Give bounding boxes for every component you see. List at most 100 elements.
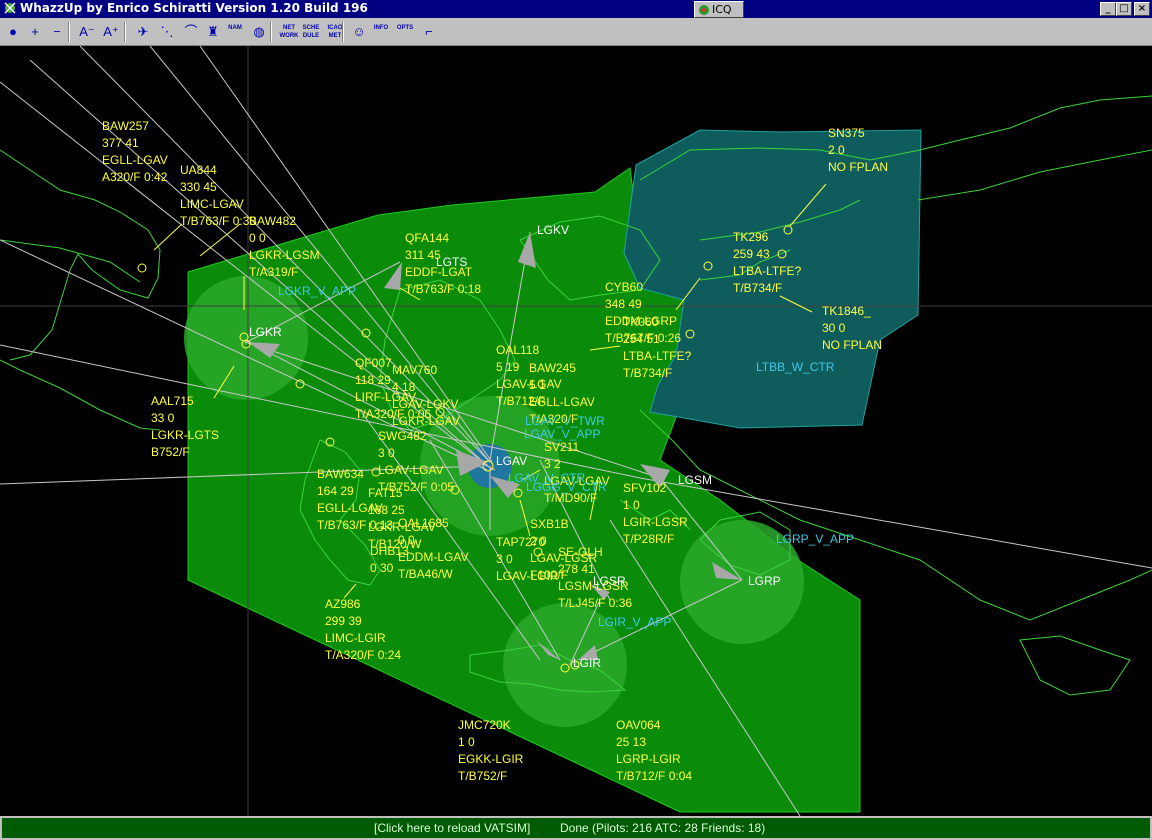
- map-view[interactable]: BAW257 377 41 EGLL-LGAV A320/F 0:42 UA844 330…: [0, 46, 1152, 816]
- schedule-button[interactable]: SCHE DULE: [300, 21, 322, 43]
- flight-callsign[interactable]: BAW245: [529, 361, 576, 375]
- flight-callsign[interactable]: SV211: [544, 440, 579, 454]
- flight-detail: LIMC-LGIR: [325, 631, 386, 645]
- flight-detail: 168 25: [368, 503, 405, 517]
- status-text: Done (Pilots: 216 ATC: 28 Friends: 18): [560, 821, 766, 835]
- flight-callsign[interactable]: TK060: [623, 315, 659, 329]
- flight-callsign[interactable]: UA844: [180, 163, 217, 177]
- map-canvas[interactable]: BAW257 377 41 EGLL-LGAV A320/F 0:42 UA844 330…: [0, 46, 1152, 816]
- flight-callsign[interactable]: SWG482: [378, 429, 427, 443]
- flight-callsign[interactable]: BAW482: [249, 214, 296, 228]
- flight-callsign[interactable]: DHB13: [370, 544, 409, 558]
- info-button[interactable]: INFO: [370, 21, 392, 43]
- flight-detail: EGLL-LGAV: [102, 153, 168, 167]
- flight-callsign[interactable]: CYB60: [605, 280, 643, 294]
- flight-callsign[interactable]: FAT15: [368, 486, 403, 500]
- airport-label[interactable]: LGSR: [593, 574, 626, 588]
- window-title: WhazzUp by Enrico Schiratti Version 1.20…: [20, 1, 368, 15]
- font-smaller-icon[interactable]: A⁻: [76, 21, 98, 43]
- zoom-out-icon[interactable]: −: [46, 21, 68, 43]
- flight-detail: 118 29: [355, 373, 391, 387]
- flight-callsign[interactable]: JMC720K: [458, 718, 511, 732]
- network-button[interactable]: NET WORK: [278, 21, 300, 43]
- atc-label[interactable]: LGAV_V_APP: [524, 427, 601, 441]
- flight-callsign[interactable]: TK296: [733, 230, 769, 244]
- flight-detail: T/B734/F: [733, 281, 782, 295]
- atc-label[interactable]: LTBB_W_CTR: [756, 360, 835, 374]
- flight-detail: 330 45: [180, 180, 217, 194]
- flight-callsign[interactable]: OAV064: [616, 718, 661, 732]
- airport-label[interactable]: LGKR: [249, 325, 282, 339]
- flight-callsign[interactable]: QF007: [355, 356, 392, 370]
- airport-label[interactable]: LGKV: [537, 223, 569, 237]
- icq-label: ICQ: [712, 3, 732, 16]
- flight-detail: 5 19: [496, 360, 520, 374]
- close-button[interactable]: ×: [1134, 2, 1150, 16]
- flight-callsign[interactable]: QFA144: [405, 231, 449, 245]
- flight-callsign[interactable]: SXB1B: [530, 517, 569, 531]
- flight-callsign[interactable]: SN375: [828, 126, 865, 140]
- dotted-path-icon[interactable]: ⋱: [156, 21, 178, 43]
- atc-label[interactable]: LGAV_V_TWR: [525, 414, 605, 428]
- atc-label[interactable]: LGRP_V_APP: [776, 532, 854, 546]
- flight-detail: 164 29: [317, 484, 354, 498]
- flight-detail: A320/F 0:42: [102, 170, 168, 184]
- minimize-button[interactable]: _: [1100, 2, 1116, 16]
- measure-tool-icon[interactable]: ⌐: [418, 21, 440, 43]
- atc-label[interactable]: LGIR_V_APP: [598, 615, 671, 629]
- world-icon[interactable]: ◍: [248, 21, 270, 43]
- airport-label[interactable]: LGTS: [436, 255, 467, 269]
- title-bar: WhazzUp by Enrico Schiratti Version 1.20…: [0, 0, 1152, 18]
- flight-detail: T/B763/F 0:18: [405, 282, 481, 296]
- flight-detail: 5 1: [529, 378, 546, 392]
- options-button[interactable]: OPTS: [394, 21, 416, 43]
- flight-detail: EGLL-LGAV: [529, 395, 595, 409]
- flight-detail: 2 0: [828, 143, 845, 157]
- font-larger-icon[interactable]: A⁺: [100, 21, 122, 43]
- status-panel: [Click here to reload VATSIM] Done (Pilo…: [2, 818, 1150, 838]
- airport-label[interactable]: LGIR: [573, 656, 601, 670]
- flight-callsign[interactable]: TK1846_: [822, 304, 871, 318]
- flight-callsign[interactable]: OAL118: [496, 343, 539, 357]
- flight-detail: LGAV-LGIR: [496, 569, 559, 583]
- flight-detail: LTBA-LTFE?: [733, 264, 802, 278]
- zoom-in-icon[interactable]: +: [24, 21, 46, 43]
- flight-callsign[interactable]: AAL715: [151, 394, 194, 408]
- flight-callsign[interactable]: AZ986: [325, 597, 361, 611]
- flight-detail: NO FPLAN: [828, 160, 888, 174]
- status-bar: [Click here to reload VATSIM] Done (Pilo…: [0, 816, 1152, 840]
- flight-callsign[interactable]: BAW257: [102, 119, 149, 133]
- flight-detail: T/LJ45/F 0:36: [558, 596, 632, 610]
- flight-callsign[interactable]: TAP7270: [496, 535, 545, 549]
- atc-label[interactable]: LGGG_V_CTR: [526, 480, 607, 494]
- airport-label[interactable]: LGRP: [748, 574, 781, 588]
- icq-button[interactable]: ICQ: [694, 1, 744, 18]
- flight-detail: 33 0: [151, 411, 175, 425]
- atc-label[interactable]: LGKR_V_APP: [278, 284, 356, 298]
- flight-detail: T/A320/F 0:24: [325, 648, 401, 662]
- aircraft-icon[interactable]: ✈: [132, 21, 154, 43]
- flight-detail: 30 0: [822, 321, 846, 335]
- airport-label[interactable]: LGAV: [496, 454, 527, 468]
- nam-label[interactable]: NAM: [224, 21, 246, 43]
- toolbar-separator: [342, 22, 344, 42]
- flight-callsign[interactable]: BAW634: [317, 467, 364, 481]
- reload-vatsim-link[interactable]: [Click here to reload VATSIM]: [374, 821, 530, 835]
- globe-icon[interactable]: ●: [2, 21, 24, 43]
- flight-detail: 3 2: [544, 457, 561, 471]
- flight-detail: T/B763/F 0:30: [180, 214, 256, 228]
- flight-detail: LGKR-LGAV: [392, 414, 460, 428]
- flight-callsign[interactable]: OAL1685: [398, 516, 449, 530]
- ltbb-sector: [623, 129, 922, 429]
- flight-callsign[interactable]: SFV102: [623, 481, 667, 495]
- flight-callsign[interactable]: MAV760: [392, 363, 437, 377]
- maximize-button[interactable]: □: [1116, 2, 1132, 16]
- flight-detail: LGAV-LGKV: [392, 397, 458, 411]
- flight-callsign[interactable]: SE-GLH: [558, 545, 603, 559]
- tower-icon[interactable]: ♜: [202, 21, 224, 43]
- route-line-icon[interactable]: ⌒: [180, 21, 202, 43]
- airport-label[interactable]: LGSM: [678, 473, 712, 487]
- friends-smiley-icon[interactable]: ☺: [348, 21, 370, 43]
- icq-flower-icon: [698, 4, 710, 19]
- flight-detail: 348 49: [605, 297, 642, 311]
